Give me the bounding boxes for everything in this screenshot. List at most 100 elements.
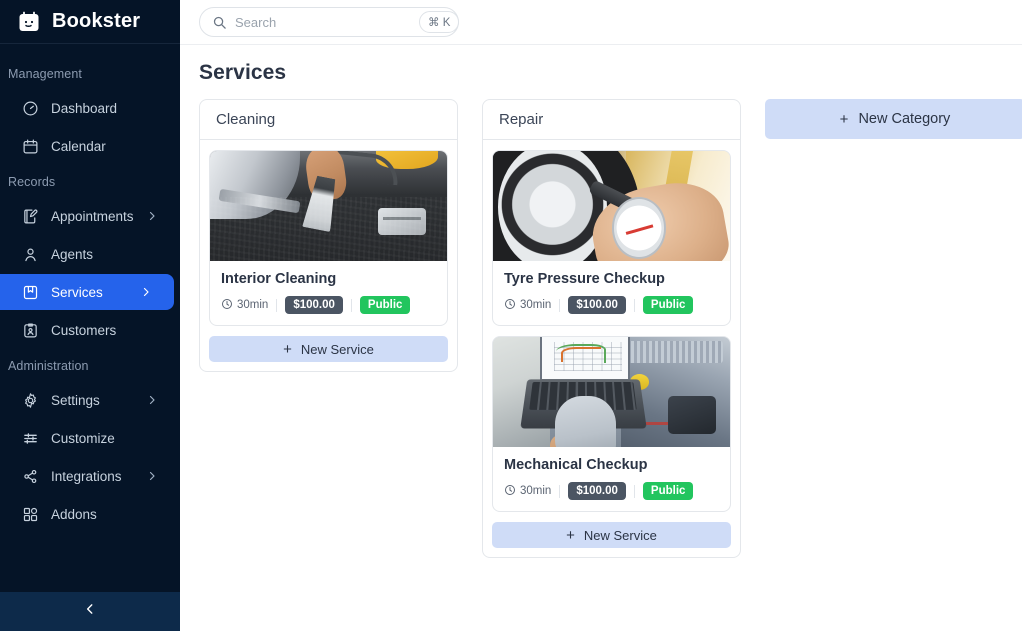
- sidebar-section-records: Records: [8, 175, 56, 189]
- category-body: Interior Cleaning 30min $100.00 Public +…: [200, 140, 457, 371]
- sidebar-item-label: Agents: [51, 246, 94, 262]
- service-price-badge: $100.00: [568, 296, 626, 314]
- sidebar-item-label: Integrations: [51, 468, 122, 484]
- content-area: Services Cleaning Interior Cleaning 30mi…: [180, 45, 1022, 558]
- category-title: Cleaning: [200, 100, 457, 140]
- sidebar-item-customize[interactable]: Customize: [0, 420, 180, 456]
- search-box[interactable]: ⌘ K: [199, 7, 460, 37]
- sidebar-item-label: Dashboard: [51, 100, 118, 116]
- service-info: Mechanical Checkup 30min $100.00 Public: [493, 447, 730, 511]
- sidebar-item-dashboard[interactable]: Dashboard: [0, 90, 180, 126]
- service-price-badge: $100.00: [285, 296, 343, 314]
- sidebar-section-administration: Administration: [8, 359, 89, 373]
- blocks-grid-icon: [20, 504, 40, 524]
- service-name: Tyre Pressure Checkup: [504, 271, 665, 287]
- sidebar-item-services[interactable]: Services: [0, 274, 174, 310]
- sidebar-item-addons[interactable]: Addons: [0, 496, 180, 532]
- meta-divider: [633, 484, 635, 498]
- new-category-label: New Category: [858, 111, 951, 127]
- sidebar-item-settings[interactable]: Settings: [0, 382, 180, 418]
- chevron-right-icon: [146, 394, 158, 406]
- user-icon: [20, 244, 40, 264]
- sidebar-item-appointments[interactable]: Appointments: [0, 198, 180, 234]
- service-duration: 30min: [504, 298, 551, 313]
- top-bar: ⌘ K: [180, 0, 1022, 45]
- page-title: Services: [199, 61, 287, 84]
- service-card[interactable]: Mechanical Checkup 30min $100.00 Public: [492, 336, 731, 512]
- search-shortcut-badge: ⌘ K: [419, 11, 460, 33]
- brand[interactable]: Bookster: [0, 0, 180, 44]
- calendar-smile-icon: [16, 9, 42, 35]
- service-duration-label: 30min: [237, 299, 269, 311]
- calendar-icon: [20, 136, 40, 156]
- category-card-cleaning: Cleaning Interior Cleaning 30min $100.00…: [199, 99, 458, 372]
- meta-divider: [276, 298, 278, 312]
- gear-icon: [20, 390, 40, 410]
- share-nodes-icon: [20, 466, 40, 486]
- service-image-tyre-pressure-gauge: [493, 151, 730, 261]
- clock-icon: [221, 298, 233, 313]
- category-card-repair: Repair Tyre Pressure Checkup 30min $100.…: [482, 99, 741, 558]
- gauge-icon: [20, 98, 40, 118]
- category-title: Repair: [483, 100, 740, 140]
- sidebar-item-customers[interactable]: Customers: [0, 312, 180, 348]
- bookmark-square-icon: [20, 282, 40, 302]
- service-visibility-badge: Public: [642, 482, 694, 500]
- sidebar-collapse-button[interactable]: [0, 592, 180, 631]
- service-meta: 30min $100.00 Public: [504, 296, 719, 314]
- service-duration-label: 30min: [520, 485, 552, 497]
- service-price-badge: $100.00: [568, 482, 626, 500]
- chevron-right-icon: [140, 286, 152, 298]
- meta-divider: [633, 298, 635, 312]
- chevron-left-icon: [83, 602, 97, 621]
- service-name: Mechanical Checkup: [504, 457, 648, 473]
- app-root: Bookster Management Dashboard Calendar R…: [0, 0, 1022, 631]
- sidebar-item-label: Calendar: [51, 138, 106, 154]
- service-image-car-interior-vacuum: [210, 151, 447, 261]
- plus-icon: +: [839, 110, 849, 128]
- service-name: Interior Cleaning: [221, 271, 337, 287]
- sidebar-item-label: Services: [51, 284, 103, 300]
- chevron-right-icon: [146, 470, 158, 482]
- service-duration: 30min: [221, 298, 268, 313]
- service-card[interactable]: Tyre Pressure Checkup 30min $100.00 Publ…: [492, 150, 731, 326]
- service-visibility-badge: Public: [642, 296, 694, 314]
- sidebar-section-management: Management: [8, 67, 82, 81]
- sidebar-item-agents[interactable]: Agents: [0, 236, 180, 272]
- service-info: Tyre Pressure Checkup 30min $100.00 Publ…: [493, 261, 730, 325]
- new-service-button[interactable]: + New Service: [209, 336, 448, 362]
- search-input[interactable]: [235, 14, 411, 30]
- id-card-icon: [20, 320, 40, 340]
- sidebar: Bookster Management Dashboard Calendar R…: [0, 0, 180, 631]
- sidebar-item-label: Appointments: [51, 208, 134, 224]
- meta-divider: [350, 298, 352, 312]
- service-info: Interior Cleaning 30min $100.00 Public: [210, 261, 447, 325]
- brand-name: Bookster: [52, 10, 141, 32]
- service-duration: 30min: [504, 484, 551, 499]
- service-meta: 30min $100.00 Public: [221, 296, 436, 314]
- new-category-button[interactable]: + New Category: [765, 99, 1022, 139]
- plus-icon: +: [283, 340, 292, 358]
- sidebar-nav: Management Dashboard Calendar Records Ap…: [0, 44, 180, 532]
- category-body: Tyre Pressure Checkup 30min $100.00 Publ…: [483, 140, 740, 557]
- categories-columns: Cleaning Interior Cleaning 30min $100.00…: [199, 99, 1022, 558]
- service-duration-label: 30min: [520, 299, 552, 311]
- sidebar-item-calendar[interactable]: Calendar: [0, 128, 180, 164]
- note-edit-icon: [20, 206, 40, 226]
- search-icon: [212, 15, 227, 30]
- meta-divider: [559, 484, 561, 498]
- sidebar-item-label: Settings: [51, 392, 100, 408]
- chevron-right-icon: [146, 210, 158, 222]
- sidebar-item-integrations[interactable]: Integrations: [0, 458, 180, 494]
- new-service-label: New Service: [300, 341, 374, 357]
- service-card[interactable]: Interior Cleaning 30min $100.00 Public: [209, 150, 448, 326]
- plus-icon: +: [566, 526, 575, 544]
- new-service-button[interactable]: + New Service: [492, 522, 731, 548]
- service-meta: 30min $100.00 Public: [504, 482, 719, 500]
- service-visibility-badge: Public: [359, 296, 411, 314]
- sidebar-item-label: Addons: [51, 506, 97, 522]
- sidebar-item-label: Customers: [51, 322, 117, 338]
- service-image-engine-diagnostic-laptop: [493, 337, 730, 447]
- sidebar-item-label: Customize: [51, 430, 115, 446]
- sliders-icon: [20, 428, 40, 448]
